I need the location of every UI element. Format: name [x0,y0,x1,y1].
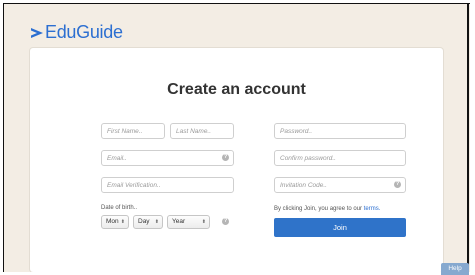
password-field[interactable] [274,123,406,139]
dob-month-select[interactable]: Mon ⬍ [101,215,129,229]
last-name-field[interactable] [170,123,234,139]
dob-day-select[interactable]: Day ⬍ [133,215,163,229]
brand-logo[interactable]: EduGuide [30,22,123,43]
signup-card: Create an account ? ? Date of birth.. Mo… [30,48,443,272]
frame-edge [467,3,469,271]
select-arrow-icon: ⬍ [120,219,125,225]
dob-month-value: Mon [106,218,119,225]
dob-label: Date of birth.. [101,205,138,211]
question-circle-icon[interactable]: ? [222,154,229,161]
brand-name: EduGuide [45,22,123,42]
select-arrow-icon: ⬍ [154,219,159,225]
question-circle-icon[interactable]: ? [394,181,401,188]
select-arrow-icon: ⬍ [201,219,206,225]
invitation-code-field[interactable] [274,177,406,193]
dob-year-value: Year [172,218,186,225]
join-button[interactable]: Join [274,218,406,237]
app-frame: EduGuide Create an account ? ? Date of b… [3,3,470,272]
dob-year-select[interactable]: Year ⬍ [167,215,210,229]
page-title: Create an account [167,81,306,98]
email-field[interactable] [101,150,234,166]
question-circle-icon[interactable]: ? [222,218,229,225]
confirm-password-field[interactable] [274,150,406,166]
email-verification-field[interactable] [101,177,234,193]
first-name-field[interactable] [101,123,165,139]
terms-notice: By clicking Join, you agree to our terms… [274,206,380,212]
terms-link[interactable]: terms. [364,206,381,212]
terms-text: By clicking Join, you agree to our [274,206,363,212]
help-button[interactable]: Help [441,263,469,275]
play-triangle-icon [31,27,43,38]
dob-day-value: Day [138,218,150,225]
